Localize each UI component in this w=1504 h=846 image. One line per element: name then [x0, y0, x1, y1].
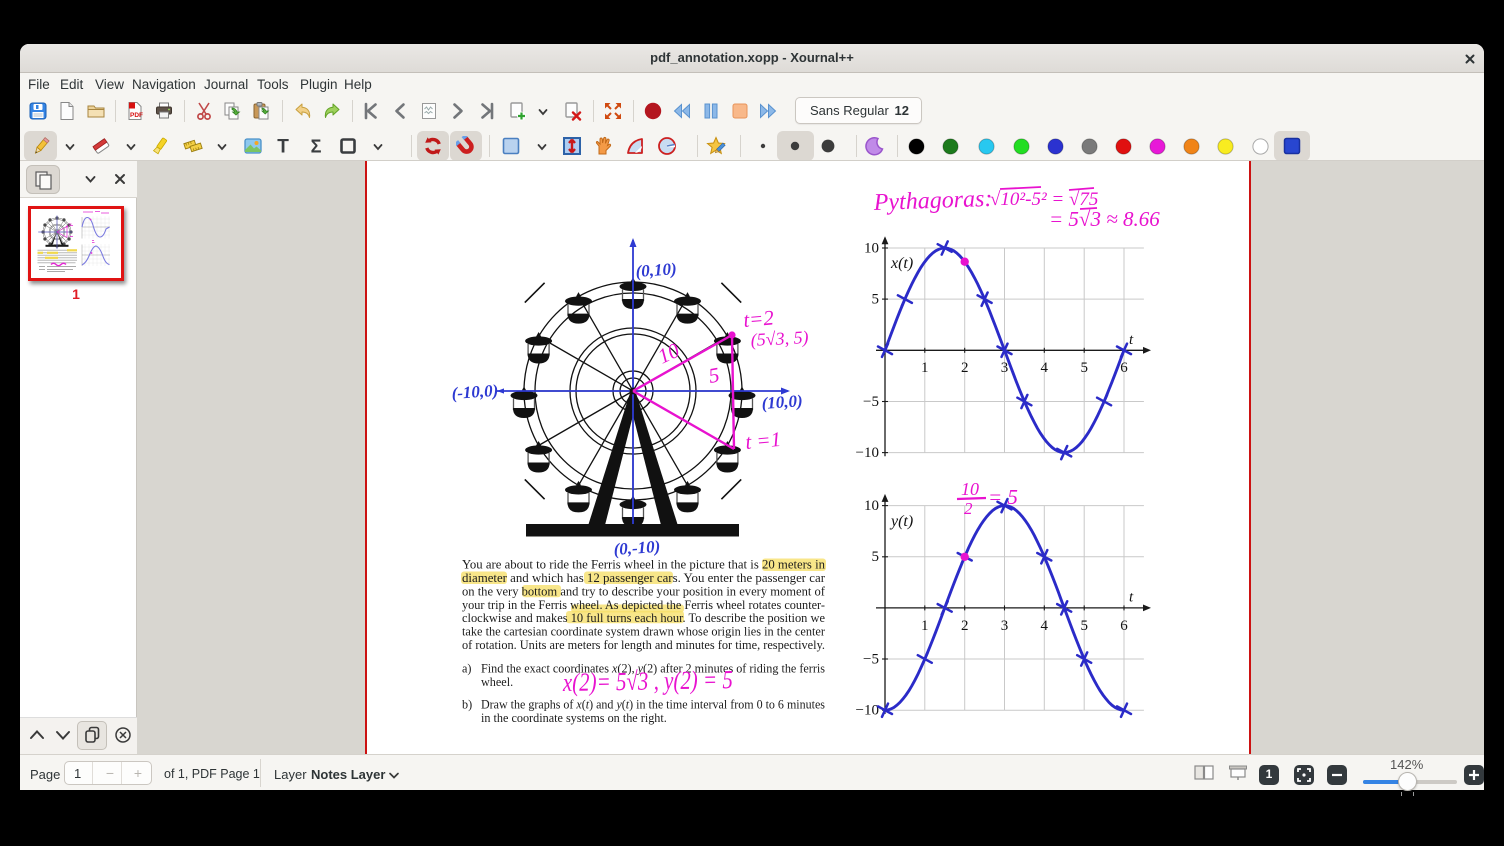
svg-text:−5: −5	[863, 394, 879, 410]
svg-text:6: 6	[1120, 618, 1128, 634]
svg-text:(5√3, 5): (5√3, 5)	[750, 327, 809, 351]
svg-text:You are about to ride the Ferr: You are about to ride the Ferris wheel i…	[462, 558, 825, 572]
svg-text:(-10,0): (-10,0)	[451, 381, 499, 403]
svg-text:Pythagoras:: Pythagoras:	[872, 186, 992, 216]
svg-text:2: 2	[964, 499, 973, 518]
svg-text:y(t): y(t)	[889, 513, 913, 530]
svg-text:2: 2	[961, 360, 969, 376]
svg-text:5: 5	[872, 549, 880, 565]
svg-text:1: 1	[921, 618, 929, 634]
svg-text:Σ: Σ	[310, 137, 321, 157]
svg-text:= 5√3 ≈ 8.66: = 5√3 ≈ 8.66	[1049, 207, 1160, 231]
svg-text:t: t	[1129, 332, 1134, 348]
svg-text:2: 2	[961, 618, 969, 634]
svg-text:t =1: t =1	[744, 427, 782, 454]
svg-text:on the very bottom and try to: on the very bottom and try to describe y…	[462, 584, 826, 598]
svg-text:(0,10): (0,10)	[635, 259, 677, 281]
svg-text:x(2)= 5√3 , y(2) = 5: x(2)= 5√3 , y(2) = 5	[562, 665, 733, 697]
svg-text:T: T	[277, 137, 289, 157]
svg-text:x(t): x(t)	[890, 255, 913, 272]
svg-text:(10,0): (10,0)	[761, 391, 803, 413]
svg-text:−10: −10	[856, 703, 879, 719]
svg-text:take the cartesian coordinate: take the cartesian coordinate system dra…	[462, 625, 825, 639]
svg-text:clockwise and makes 10 full tu: clockwise and makes 10 full turns each h…	[462, 611, 825, 625]
svg-text:Draw the graphs of x(t) and y(: Draw the graphs of x(t) and y(t) in the …	[481, 698, 825, 712]
svg-text:10: 10	[961, 479, 979, 499]
svg-text:4: 4	[1041, 618, 1049, 634]
svg-text:= 5: = 5	[988, 485, 1018, 509]
svg-text:6: 6	[1120, 360, 1128, 376]
svg-text:5: 5	[1080, 618, 1088, 634]
svg-text:a): a)	[462, 662, 471, 676]
svg-text:5: 5	[707, 362, 722, 387]
svg-text:−10: −10	[856, 445, 879, 461]
svg-text:1: 1	[921, 360, 929, 376]
svg-text:10: 10	[864, 498, 879, 514]
svg-text:t: t	[1129, 589, 1134, 605]
svg-text:wheel.: wheel.	[481, 675, 513, 689]
svg-text:3: 3	[1001, 360, 1009, 376]
svg-text:PDF: PDF	[130, 112, 143, 119]
svg-text:10: 10	[864, 241, 879, 257]
svg-text:5: 5	[872, 292, 880, 308]
svg-text:diameter and which has 12 pass: diameter and which has 12 passenger cars…	[462, 571, 825, 585]
svg-text:3: 3	[1001, 618, 1009, 634]
svg-text:5: 5	[1080, 360, 1088, 376]
svg-text:−5: −5	[863, 652, 879, 668]
svg-text:your trip in the Ferris wheel.: your trip in the Ferris wheel. As depict…	[462, 598, 825, 612]
svg-text:(0,-10): (0,-10)	[613, 537, 661, 559]
svg-text:4: 4	[1041, 360, 1049, 376]
svg-text:in the coordinate systems on t: in the coordinate systems on the right.	[481, 711, 667, 725]
svg-text:b): b)	[462, 698, 472, 712]
svg-text:of rotation. Units are meters: of rotation. Units are meters for length…	[462, 638, 825, 652]
